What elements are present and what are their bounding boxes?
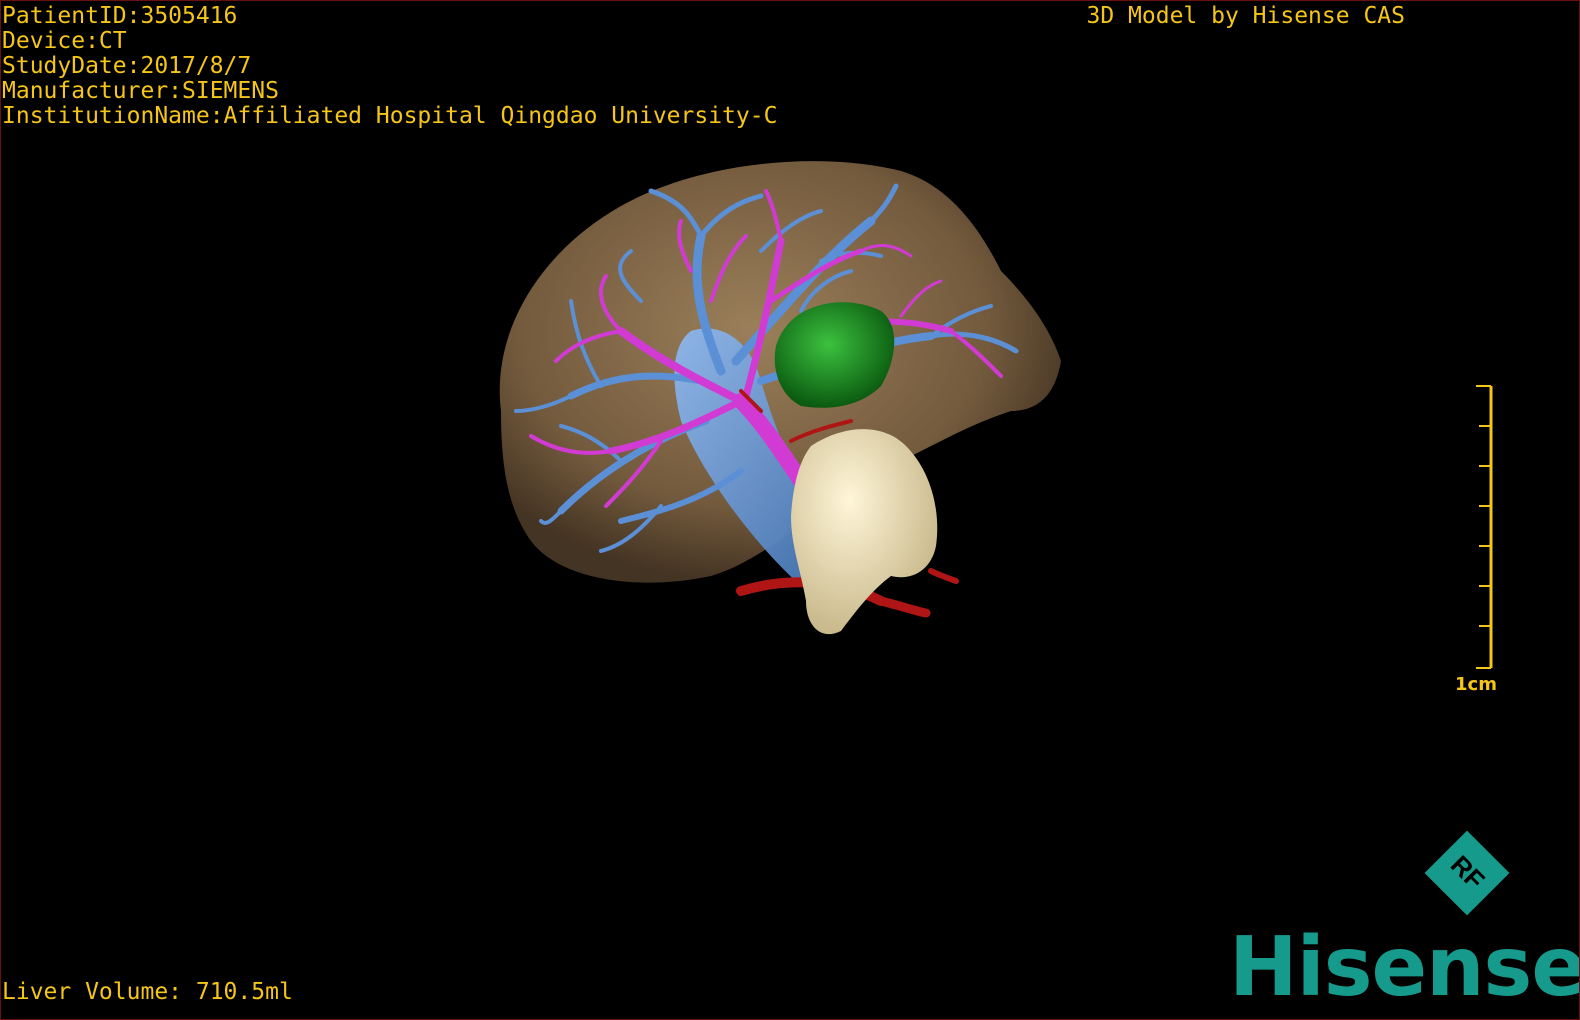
patient-info-block: PatientID:3505416 Device:CT StudyDate:20… <box>2 4 777 129</box>
patient-id-text: PatientID:3505416 <box>2 3 238 29</box>
cream-lesion <box>791 429 938 635</box>
scale-bar <box>1476 385 1493 669</box>
model-credit-text: 3D Model by Hisense CAS <box>1086 3 1406 29</box>
manufacturer-text: Manufacturer:SIEMENS <box>2 78 279 104</box>
scale-label: 1cm <box>1455 674 1497 695</box>
hisense-logo: RF Hisense <box>1229 817 1579 1015</box>
liver-volume-text: Liver Volume: 710.5ml <box>2 979 293 1005</box>
device-text: Device:CT <box>2 28 127 54</box>
hisense-wordmark: Hisense <box>1229 920 1580 1015</box>
institution-name-text: InstitutionName:Affiliated Hospital Qing… <box>2 103 778 129</box>
3d-viewport[interactable]: PatientID:3505416 Device:CT StudyDate:20… <box>0 0 1580 1020</box>
study-date-text: StudyDate:2017/8/7 <box>2 53 252 79</box>
rf-badge-icon: RF <box>1424 830 1510 916</box>
